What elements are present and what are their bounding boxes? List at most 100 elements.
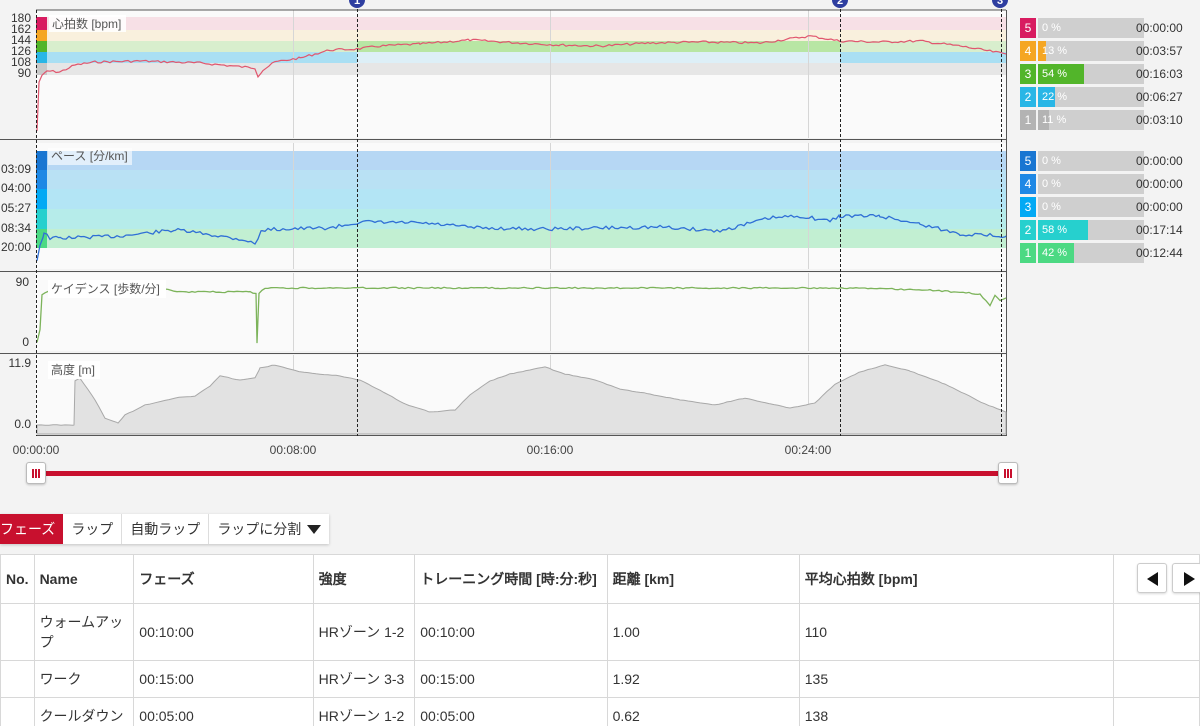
- slider-start-handle[interactable]: [26, 462, 46, 484]
- altitude-tick: 11.9: [9, 356, 32, 370]
- zone-bar: 22 %: [1038, 87, 1144, 107]
- zone-bar: 0 %: [1038, 18, 1144, 38]
- cell-training-time: 00:05:00: [414, 697, 608, 726]
- pace-tick: 03:09: [1, 162, 31, 176]
- tab-phases[interactable]: フェーズ: [0, 514, 64, 544]
- grip-icon: [1004, 469, 1012, 478]
- zone-bar: 54 %: [1038, 64, 1144, 84]
- cell-no: [0, 660, 35, 698]
- cell-training-time: 00:15:00: [414, 660, 608, 698]
- pace-zone-bands: [36, 151, 1006, 248]
- hr-zone-row: 3 54 % 00:16:03: [1020, 64, 1200, 84]
- zone-number: 2: [1020, 220, 1036, 240]
- col-distance: 距離 [km]: [606, 554, 800, 604]
- time-tick: 00:08:00: [270, 443, 317, 457]
- arrow-right-icon: [1184, 572, 1195, 586]
- altitude-panel-title: 高度 [m]: [48, 361, 100, 379]
- cell-avg-hr: 110: [798, 603, 1115, 661]
- hr-zone-row: 5 0 % 00:00:00: [1020, 18, 1200, 38]
- cadence-y-ticks: 90 0: [16, 275, 30, 349]
- hr-zone-row: 4 13 % 00:03:57: [1020, 41, 1200, 61]
- time-tick: 00:00:00: [13, 443, 60, 457]
- svg-text:1: 1: [354, 0, 360, 7]
- zone-percent: 22 %: [1042, 91, 1068, 103]
- hr-zone-bands: [36, 17, 1006, 75]
- lap-marker-2[interactable]: 2: [832, 0, 848, 8]
- zone-bar: 11 %: [1038, 110, 1144, 130]
- cell-intensity: HRゾーン 1-2: [312, 697, 416, 726]
- zone-time: 00:03:10: [1136, 113, 1183, 127]
- altitude-y-ticks: 11.9 0.0: [9, 356, 32, 431]
- phases-table: No. Name フェーズ 強度 トレーニング時間 [時:分:秒] 距離 [km…: [0, 554, 1200, 726]
- pace-tick: 04:00: [1, 181, 31, 195]
- cadence-plot-area: [36, 273, 1006, 351]
- pace-zone-row: 4 0 % 00:00:00: [1020, 174, 1200, 194]
- zone-number: 3: [1020, 197, 1036, 217]
- cell-name: ウォームアップ: [33, 603, 135, 661]
- tab-laps[interactable]: ラップ: [63, 514, 123, 544]
- zone-bar: 0 %: [1038, 174, 1144, 194]
- zone-percent: 13 %: [1042, 45, 1068, 57]
- zone-time: 00:00:00: [1136, 200, 1183, 214]
- cell-no: [0, 697, 35, 726]
- col-avg-hr: 平均心拍数 [bpm]: [798, 554, 1115, 604]
- time-tick: 00:16:00: [527, 443, 574, 457]
- cell-no: [0, 603, 35, 661]
- lap-marker-1[interactable]: 1: [349, 0, 365, 8]
- col-intensity: 強度: [312, 554, 416, 604]
- zone-time: 00:17:14: [1136, 223, 1183, 237]
- activity-charts: 1 2 3 心拍数 [bpm] ペース [分/km] ケイデンス [歩数/分] …: [0, 0, 1008, 457]
- tab-split-laps[interactable]: ラップに分割: [209, 514, 329, 544]
- pace-zone-row: 1 42 % 00:12:44: [1020, 243, 1200, 263]
- tab-split-laps-label: ラップに分割: [217, 521, 302, 537]
- hr-zone-row: 1 11 % 00:03:10: [1020, 110, 1200, 130]
- scroll-right-button[interactable]: [1172, 563, 1200, 593]
- zone-number: 4: [1020, 41, 1036, 61]
- zone-bar: 42 %: [1038, 243, 1144, 263]
- altitude-tick: 0.0: [14, 417, 31, 431]
- col-name: Name: [33, 554, 135, 604]
- zone-number: 4: [1020, 174, 1036, 194]
- zone-percent: 0 %: [1042, 178, 1061, 190]
- zone-percent: 0 %: [1042, 22, 1061, 34]
- table-row[interactable]: ウォームアップ 00:10:00 HRゾーン 1-2 00:10:00 1.00…: [0, 603, 1200, 661]
- hr-tick: 90: [18, 66, 32, 80]
- zone-number: 2: [1020, 87, 1036, 107]
- tab-auto-laps[interactable]: 自動ラップ: [122, 514, 210, 544]
- cell-name: クールダウン: [33, 697, 135, 726]
- cell-phase: 00:05:00: [133, 697, 314, 726]
- zone-percent: 58 %: [1042, 224, 1068, 236]
- cell-empty: [1113, 697, 1200, 726]
- cell-training-time: 00:10:00: [414, 603, 608, 661]
- time-range-slider[interactable]: [36, 471, 1008, 476]
- pace-zone-row: 2 58 % 00:17:14: [1020, 220, 1200, 240]
- scroll-left-button[interactable]: [1137, 563, 1167, 593]
- zone-time: 00:03:57: [1136, 44, 1183, 58]
- lap-marker-3[interactable]: 3: [992, 0, 1008, 8]
- table-row[interactable]: ワーク 00:15:00 HRゾーン 3-3 00:15:00 1.92 135: [0, 660, 1200, 698]
- table-row[interactable]: クールダウン 00:05:00 HRゾーン 1-2 00:05:00 0.62 …: [0, 697, 1200, 726]
- arrow-left-icon: [1147, 572, 1158, 586]
- col-no: No.: [0, 554, 35, 604]
- zone-time: 00:16:03: [1136, 67, 1183, 81]
- zone-bar: 0 %: [1038, 197, 1144, 217]
- slider-end-handle[interactable]: [998, 462, 1018, 484]
- zone-number: 5: [1020, 151, 1036, 171]
- hr-panel-title: 心拍数 [bpm]: [49, 15, 126, 32]
- pace-tick: 05:27: [1, 201, 31, 215]
- cell-intensity: HRゾーン 1-2: [312, 603, 416, 661]
- chevron-down-icon: [307, 524, 322, 534]
- pace-zone-row: 3 0 % 00:00:00: [1020, 197, 1200, 217]
- svg-text:心拍数 [bpm]: 心拍数 [bpm]: [52, 16, 121, 31]
- pace-panel-title: ペース [分/km]: [48, 148, 132, 165]
- zone-bar: 58 %: [1038, 220, 1144, 240]
- svg-text:ケイデンス [歩数/分]: ケイデンス [歩数/分]: [51, 281, 160, 296]
- cell-distance: 0.62: [606, 697, 800, 726]
- pace-zone-row: 5 0 % 00:00:00: [1020, 151, 1200, 171]
- cell-empty: [1113, 660, 1200, 698]
- pace-y-ticks: 03:09 04:00 05:27 08:34 20:00: [1, 162, 31, 254]
- zone-percent: 11 %: [1042, 114, 1067, 126]
- zone-percent: 42 %: [1042, 247, 1068, 259]
- cell-name: ワーク: [33, 660, 135, 698]
- zone-time: 00:06:27: [1136, 90, 1183, 104]
